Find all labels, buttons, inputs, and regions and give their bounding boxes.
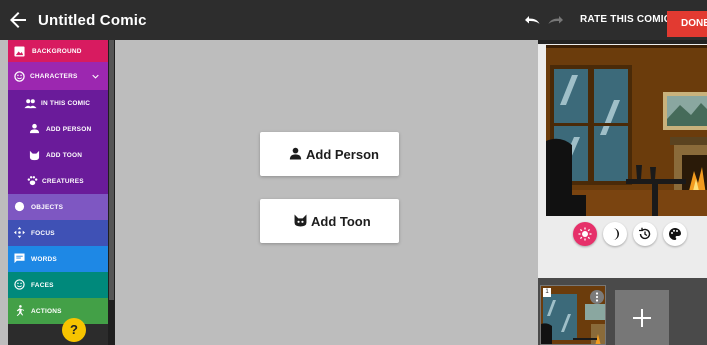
person-icon xyxy=(289,147,302,160)
panel-top-strip xyxy=(538,40,707,44)
sidebar-item-label: ADD TOON xyxy=(46,152,83,159)
history-icon xyxy=(639,227,651,240)
cat-icon xyxy=(294,214,307,227)
panel-thumbnail[interactable]: 1 xyxy=(540,285,606,345)
sidebar-item-add-toon[interactable]: ADD TOON xyxy=(8,142,108,168)
speech-bubble-icon xyxy=(14,253,25,264)
add-toon-label: Add Toon xyxy=(311,214,371,229)
sidebar-item-label: IN THIS COMIC xyxy=(41,100,91,107)
panel-preview[interactable] xyxy=(546,45,707,216)
move-icon xyxy=(14,227,25,238)
sidebar-item-label: BACKGROUND xyxy=(32,48,82,55)
rate-this-comic-button[interactable]: RATE THIS COMIC xyxy=(580,14,671,25)
light-mode-button[interactable] xyxy=(573,222,597,246)
sidebar-scrollbar-thumb[interactable] xyxy=(109,40,114,300)
sidebar-item-label: CHARACTERS xyxy=(30,73,78,80)
history-button[interactable] xyxy=(633,222,657,246)
sidebar-item-faces[interactable]: FACES xyxy=(8,272,108,298)
sidebar-item-label: ACTIONS xyxy=(31,308,62,315)
panel-editor: 1 xyxy=(538,40,707,345)
sidebar-item-label: FACES xyxy=(31,282,54,289)
moon-icon xyxy=(613,228,619,240)
done-button[interactable]: DONE xyxy=(667,11,707,37)
sidebar-item-label: FOCUS xyxy=(31,230,55,237)
sidebar-item-characters[interactable]: CHARACTERS xyxy=(8,62,108,90)
chevron-down-icon xyxy=(92,74,99,79)
add-person-button[interactable]: Add Person xyxy=(260,132,399,176)
top-bar: Untitled Comic RATE THIS COMIC DONE xyxy=(0,0,707,40)
cat-icon xyxy=(29,150,40,161)
add-panel-button[interactable] xyxy=(615,290,669,345)
redo-icon[interactable] xyxy=(547,14,565,26)
comic-title[interactable]: Untitled Comic xyxy=(38,12,147,29)
smiley-icon xyxy=(14,71,25,82)
sidebar-item-words[interactable]: WORDS xyxy=(8,246,108,272)
sun-icon xyxy=(578,227,592,241)
palette-icon xyxy=(669,228,681,240)
sidebar-item-in-this-comic[interactable]: IN THIS COMIC xyxy=(8,90,108,116)
sidebar-item-label: ADD PERSON xyxy=(46,126,92,133)
sidebar-item-focus[interactable]: FOCUS xyxy=(8,220,108,246)
more-options-icon[interactable] xyxy=(590,290,604,304)
panel-number: 1 xyxy=(543,288,551,297)
sidebar-item-background[interactable]: BACKGROUND xyxy=(8,40,108,62)
undo-icon[interactable] xyxy=(523,14,541,26)
circle-icon xyxy=(14,201,25,212)
face-icon xyxy=(14,279,25,290)
add-toon-button[interactable]: Add Toon xyxy=(260,199,399,243)
plus-icon xyxy=(633,309,651,327)
sidebar-item-label: WORDS xyxy=(31,256,57,263)
sidebar-item-actions[interactable]: ACTIONS xyxy=(8,298,108,324)
sidebar-item-add-person[interactable]: ADD PERSON xyxy=(8,116,108,142)
color-palette-button[interactable] xyxy=(663,222,687,246)
person-icon xyxy=(29,123,40,134)
sidebar-item-creatures[interactable]: CREATURES xyxy=(8,168,108,194)
running-icon xyxy=(16,305,25,316)
sidebar-item-label: CREATURES xyxy=(42,178,84,185)
back-arrow-icon[interactable] xyxy=(6,8,30,32)
sidebar-item-label: OBJECTS xyxy=(31,204,64,211)
image-icon xyxy=(14,46,25,57)
sidebar: BACKGROUND CHARACTERS IN THIS COMIC ADD … xyxy=(8,40,115,345)
paw-icon xyxy=(27,176,38,186)
people-icon xyxy=(24,99,37,109)
add-person-label: Add Person xyxy=(306,147,379,162)
dark-mode-button[interactable] xyxy=(603,222,627,246)
help-button[interactable]: ? xyxy=(62,318,86,342)
sidebar-item-objects[interactable]: OBJECTS xyxy=(8,194,108,220)
